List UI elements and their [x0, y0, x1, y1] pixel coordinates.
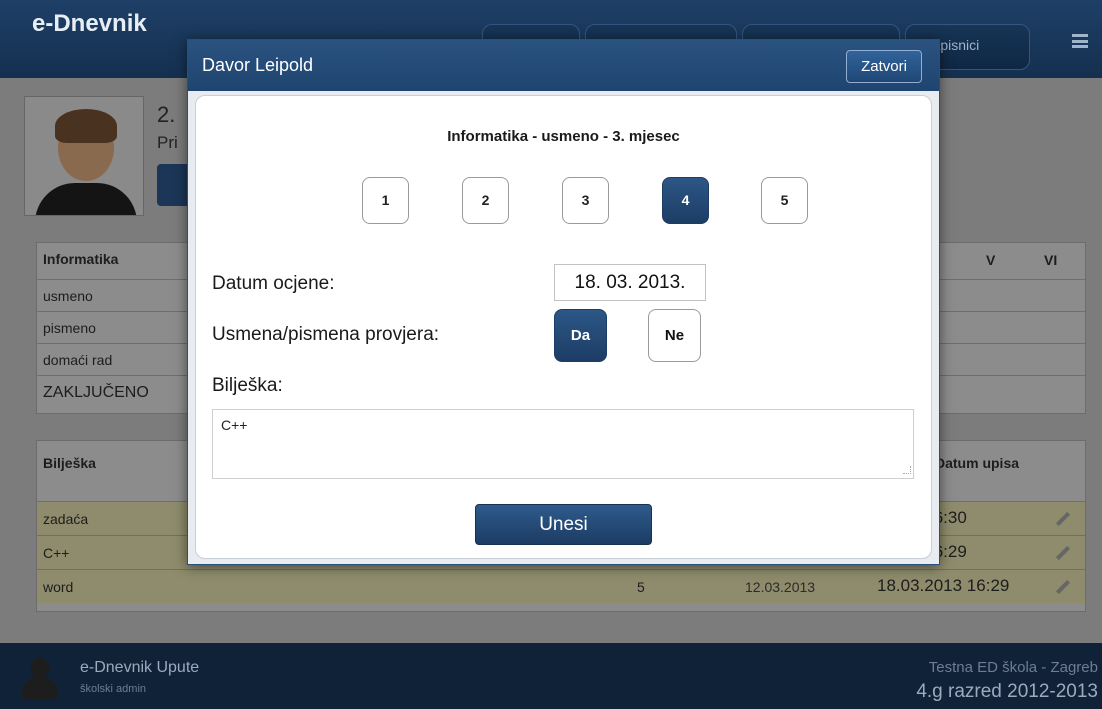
entered-date-header: Datum upisa: [935, 455, 1020, 471]
grade-button-2[interactable]: 2: [462, 177, 509, 224]
edit-pencil-icon[interactable]: [1055, 511, 1071, 527]
note-textarea[interactable]: C++: [212, 409, 914, 479]
grade-button-3[interactable]: 3: [562, 177, 609, 224]
notes-header: Bilješka: [43, 455, 96, 471]
table-row: word 5 12.03.2013 18.03.2013 16:29: [37, 569, 1085, 603]
footer-user-name[interactable]: e-Dnevnik Upute: [80, 659, 199, 677]
user-silhouette-icon: [22, 655, 58, 699]
grade-button-4[interactable]: 4: [662, 177, 709, 224]
dialog-title: Davor Leipold: [202, 55, 314, 75]
edit-pencil-icon[interactable]: [1055, 579, 1071, 595]
grade-button-5[interactable]: 5: [761, 177, 808, 224]
footer-user-role: školski admin: [80, 683, 147, 695]
no-button[interactable]: Ne: [648, 309, 701, 362]
note-label: Bilješka:: [212, 375, 283, 396]
footer-school: Testna ED škola - Zagreb: [928, 659, 1098, 676]
student-avatar: [24, 96, 144, 216]
submit-button[interactable]: Unesi: [475, 504, 652, 545]
resize-grip-icon[interactable]: [903, 466, 911, 474]
student-subtitle: Pri: [157, 133, 178, 152]
column-header-vi: VI: [1044, 252, 1058, 268]
column-header-v: V: [986, 252, 996, 268]
yes-button[interactable]: Da: [554, 309, 607, 362]
date-label: Datum ocjene:: [212, 273, 335, 294]
subject-line: Informatika - usmeno - 3. mjesec: [447, 128, 680, 145]
grade-button-1[interactable]: 1: [362, 177, 409, 224]
app-logo: e-Dnevnik: [32, 10, 147, 37]
footer: e-Dnevnik Upute školski admin Testna ED …: [0, 643, 1102, 709]
student-title: 2.: [157, 102, 176, 127]
grade-entry-dialog: Davor Leipold Zatvori Informatika - usme…: [187, 39, 940, 565]
dialog-body: Informatika - usmeno - 3. mjesec 1 2 3 4…: [195, 95, 932, 559]
date-field[interactable]: [554, 264, 706, 301]
close-button[interactable]: Zatvori: [846, 50, 922, 83]
footer-class: 4.g razred 2012-2013: [916, 681, 1098, 702]
hamburger-menu-icon[interactable]: [1072, 34, 1088, 48]
dialog-header: Davor Leipold Zatvori: [188, 40, 939, 91]
check-type-label: Usmena/pismena provjera:: [212, 324, 440, 345]
edit-pencil-icon[interactable]: [1055, 545, 1071, 561]
